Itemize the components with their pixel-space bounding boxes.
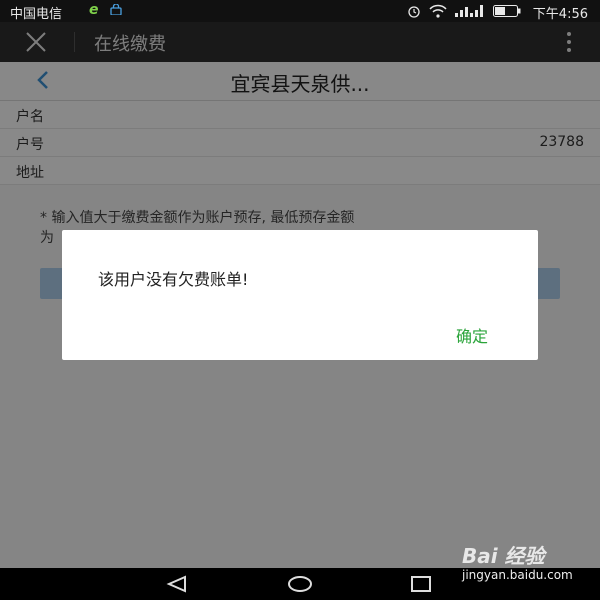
clock-time: 下午4:56 bbox=[532, 7, 588, 22]
wifi-icon bbox=[429, 4, 447, 22]
carrier-label: 中国电信 bbox=[10, 7, 63, 22]
e-icon: e bbox=[89, 2, 99, 18]
battery-icon bbox=[492, 4, 521, 21]
dialog-message: 该用户没有欠费账单! bbox=[98, 270, 249, 289]
confirm-button[interactable]: 确定 bbox=[456, 323, 488, 347]
alert-dialog: 该用户没有欠费账单! 确定 bbox=[62, 230, 538, 360]
recent-square-icon[interactable] bbox=[410, 575, 432, 593]
signal-icon bbox=[454, 4, 485, 22]
alarm-icon bbox=[407, 4, 421, 22]
back-triangle-icon[interactable] bbox=[165, 575, 189, 593]
status-bar: 中国电信 e 下午4:56 bbox=[0, 0, 600, 22]
home-circle-icon[interactable] bbox=[287, 575, 313, 593]
status-right: 下午4:56 bbox=[407, 3, 588, 22]
lock-icon bbox=[110, 3, 122, 16]
watermark-url: jingyan.baidu.com bbox=[462, 568, 573, 582]
baidu-watermark: Bai 经验 jingyan.baidu.com bbox=[462, 540, 592, 585]
watermark-brand: Bai 经验 bbox=[462, 544, 545, 568]
